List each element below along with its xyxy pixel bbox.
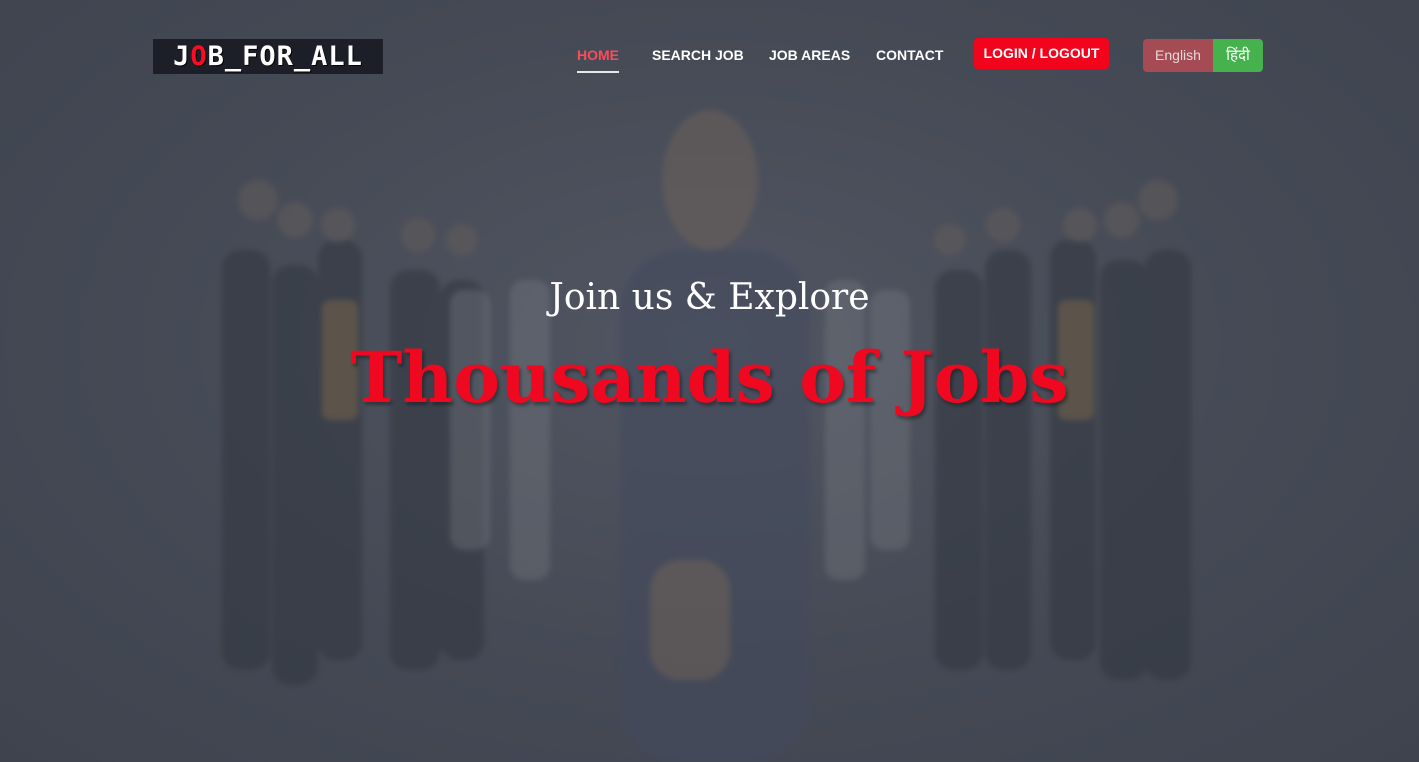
hero-subtitle: Join us & Explore <box>549 277 870 318</box>
login-logout-button[interactable]: LOGIN / LOGOUT <box>974 38 1109 69</box>
logo-text-rest: B_FOR_ALL <box>207 41 363 72</box>
nav-job-areas-link[interactable]: JOB AREAS <box>769 45 850 65</box>
logo-letter-j: J <box>173 41 191 72</box>
logo-letter-o: O <box>190 41 208 72</box>
hero-headline: Thousands of Jobs <box>350 336 1069 419</box>
hindi-language-button[interactable]: हिंदी <box>1213 39 1263 72</box>
site-logo[interactable]: JOB_FOR_ALL <box>153 39 383 74</box>
nav-search-job-link[interactable]: SEARCH JOB <box>652 45 744 65</box>
nav-home-link[interactable]: HOME <box>577 45 619 73</box>
nav-contact-link[interactable]: CONTACT <box>876 45 943 65</box>
english-language-button[interactable]: English <box>1143 39 1213 72</box>
